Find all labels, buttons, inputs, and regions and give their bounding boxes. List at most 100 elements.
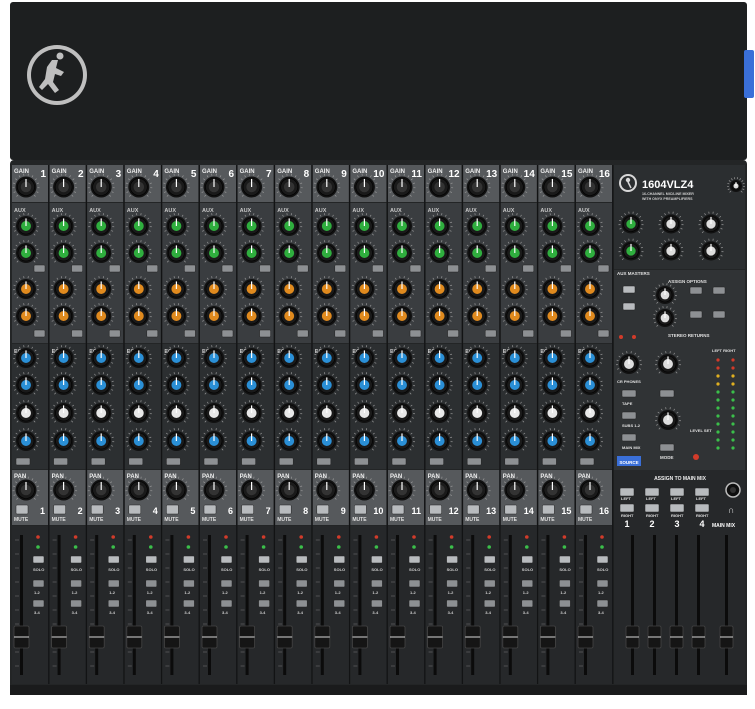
bus-3-4-button[interactable]	[70, 599, 82, 608]
aux-pre-button[interactable]	[71, 329, 83, 338]
bus-3-4-button[interactable]	[295, 599, 308, 608]
aux-pre-button[interactable]	[447, 264, 459, 273]
subgroup-fader[interactable]	[691, 625, 706, 649]
bus-1-2-button[interactable]	[559, 579, 571, 588]
headphone-jack-icon[interactable]	[725, 482, 741, 498]
low-cut-button[interactable]	[579, 457, 595, 466]
bus-1-2-button[interactable]	[408, 579, 421, 588]
solo-button[interactable]	[408, 555, 421, 564]
low-cut-button[interactable]	[166, 457, 181, 466]
aux-pre-button[interactable]	[334, 329, 347, 338]
aux-3-solo-button[interactable]	[622, 285, 636, 294]
channel-fader[interactable]	[163, 625, 180, 649]
aux-pre-button[interactable]	[184, 329, 196, 338]
bus-1-2-button[interactable]	[521, 579, 534, 588]
mute-button[interactable]	[466, 504, 480, 515]
bus-1-2-button[interactable]	[258, 579, 270, 588]
channel-fader[interactable]	[389, 625, 406, 649]
bus-1-2-button[interactable]	[32, 579, 45, 588]
mute-button[interactable]	[166, 504, 179, 515]
channel-fader[interactable]	[427, 625, 444, 649]
aux-pre-button[interactable]	[146, 329, 159, 338]
aux-pre-button[interactable]	[560, 329, 572, 338]
low-cut-button[interactable]	[429, 457, 444, 466]
bus-1-2-button[interactable]	[145, 579, 158, 588]
bus-3-4-button[interactable]	[559, 599, 571, 608]
tape-source-button[interactable]	[621, 389, 637, 398]
aux-pre-button[interactable]	[409, 264, 422, 273]
mute-button[interactable]	[354, 504, 367, 515]
aux-pre-button[interactable]	[71, 264, 83, 273]
mute-button[interactable]	[90, 504, 104, 515]
bus-3-4-button[interactable]	[32, 599, 45, 608]
bus-3-4-button[interactable]	[220, 599, 233, 608]
tape-to-main-button[interactable]	[659, 389, 675, 398]
low-cut-button[interactable]	[278, 457, 294, 466]
solo-button[interactable]	[220, 555, 233, 564]
assign-right-button[interactable]	[694, 503, 710, 513]
aux-pre-button[interactable]	[372, 264, 384, 273]
low-cut-button[interactable]	[316, 457, 332, 466]
solo-button[interactable]	[70, 555, 82, 564]
mute-button[interactable]	[203, 504, 217, 515]
bus-3-4-button[interactable]	[183, 599, 195, 608]
aux-pre-button[interactable]	[33, 329, 46, 338]
solo-button[interactable]	[371, 555, 383, 564]
bus-1-2-button[interactable]	[333, 579, 346, 588]
solo-button[interactable]	[521, 555, 534, 564]
bus-1-2-button[interactable]	[183, 579, 195, 588]
solo-button[interactable]	[295, 555, 308, 564]
aux-pre-button[interactable]	[484, 329, 497, 338]
aux-pre-button[interactable]	[108, 329, 121, 338]
solo-button[interactable]	[446, 555, 458, 564]
aux-pre-button[interactable]	[259, 264, 271, 273]
mute-button[interactable]	[241, 504, 254, 515]
aux-pre-button[interactable]	[597, 264, 610, 273]
bus-3-4-button[interactable]	[408, 599, 421, 608]
assign-left-button[interactable]	[619, 487, 635, 497]
aux-pre-button[interactable]	[522, 329, 535, 338]
solo-button[interactable]	[183, 555, 195, 564]
mode-button[interactable]	[659, 443, 675, 452]
solo-button[interactable]	[483, 555, 496, 564]
aux-pre-button[interactable]	[597, 329, 610, 338]
aux-pre-button[interactable]	[372, 329, 384, 338]
solo-button[interactable]	[559, 555, 571, 564]
bus-1-2-button[interactable]	[371, 579, 383, 588]
mute-button[interactable]	[53, 504, 66, 515]
channel-fader[interactable]	[577, 625, 594, 649]
aux-4-solo-button[interactable]	[622, 302, 636, 311]
bus-1-2-button[interactable]	[295, 579, 308, 588]
aux-pre-button[interactable]	[296, 329, 309, 338]
bus-3-4-button[interactable]	[107, 599, 120, 608]
channel-fader[interactable]	[502, 625, 519, 649]
return-assign-button[interactable]	[712, 286, 726, 295]
main-mix-source-button[interactable]	[621, 433, 637, 442]
assign-right-button[interactable]	[619, 503, 635, 513]
aux-pre-button[interactable]	[146, 264, 159, 273]
aux-pre-button[interactable]	[296, 264, 309, 273]
mute-button[interactable]	[391, 504, 405, 515]
return-assign-button[interactable]	[689, 310, 703, 319]
aux-pre-button[interactable]	[184, 264, 196, 273]
channel-fader[interactable]	[464, 625, 481, 649]
mute-button[interactable]	[15, 504, 29, 515]
aux-pre-button[interactable]	[484, 264, 497, 273]
channel-fader[interactable]	[13, 625, 30, 649]
aux-pre-button[interactable]	[334, 264, 347, 273]
assign-right-button[interactable]	[644, 503, 660, 513]
low-cut-button[interactable]	[391, 457, 407, 466]
mute-button[interactable]	[429, 504, 442, 515]
aux-pre-button[interactable]	[447, 329, 459, 338]
aux-pre-button[interactable]	[259, 329, 271, 338]
bus-3-4-button[interactable]	[446, 599, 458, 608]
channel-fader[interactable]	[540, 625, 556, 649]
bus-3-4-button[interactable]	[483, 599, 496, 608]
assign-right-button[interactable]	[669, 503, 685, 513]
solo-button[interactable]	[596, 555, 609, 564]
assign-left-button[interactable]	[694, 487, 710, 497]
solo-button[interactable]	[333, 555, 346, 564]
subgroup-fader[interactable]	[647, 625, 662, 649]
low-cut-button[interactable]	[504, 457, 520, 466]
channel-fader[interactable]	[239, 625, 256, 649]
